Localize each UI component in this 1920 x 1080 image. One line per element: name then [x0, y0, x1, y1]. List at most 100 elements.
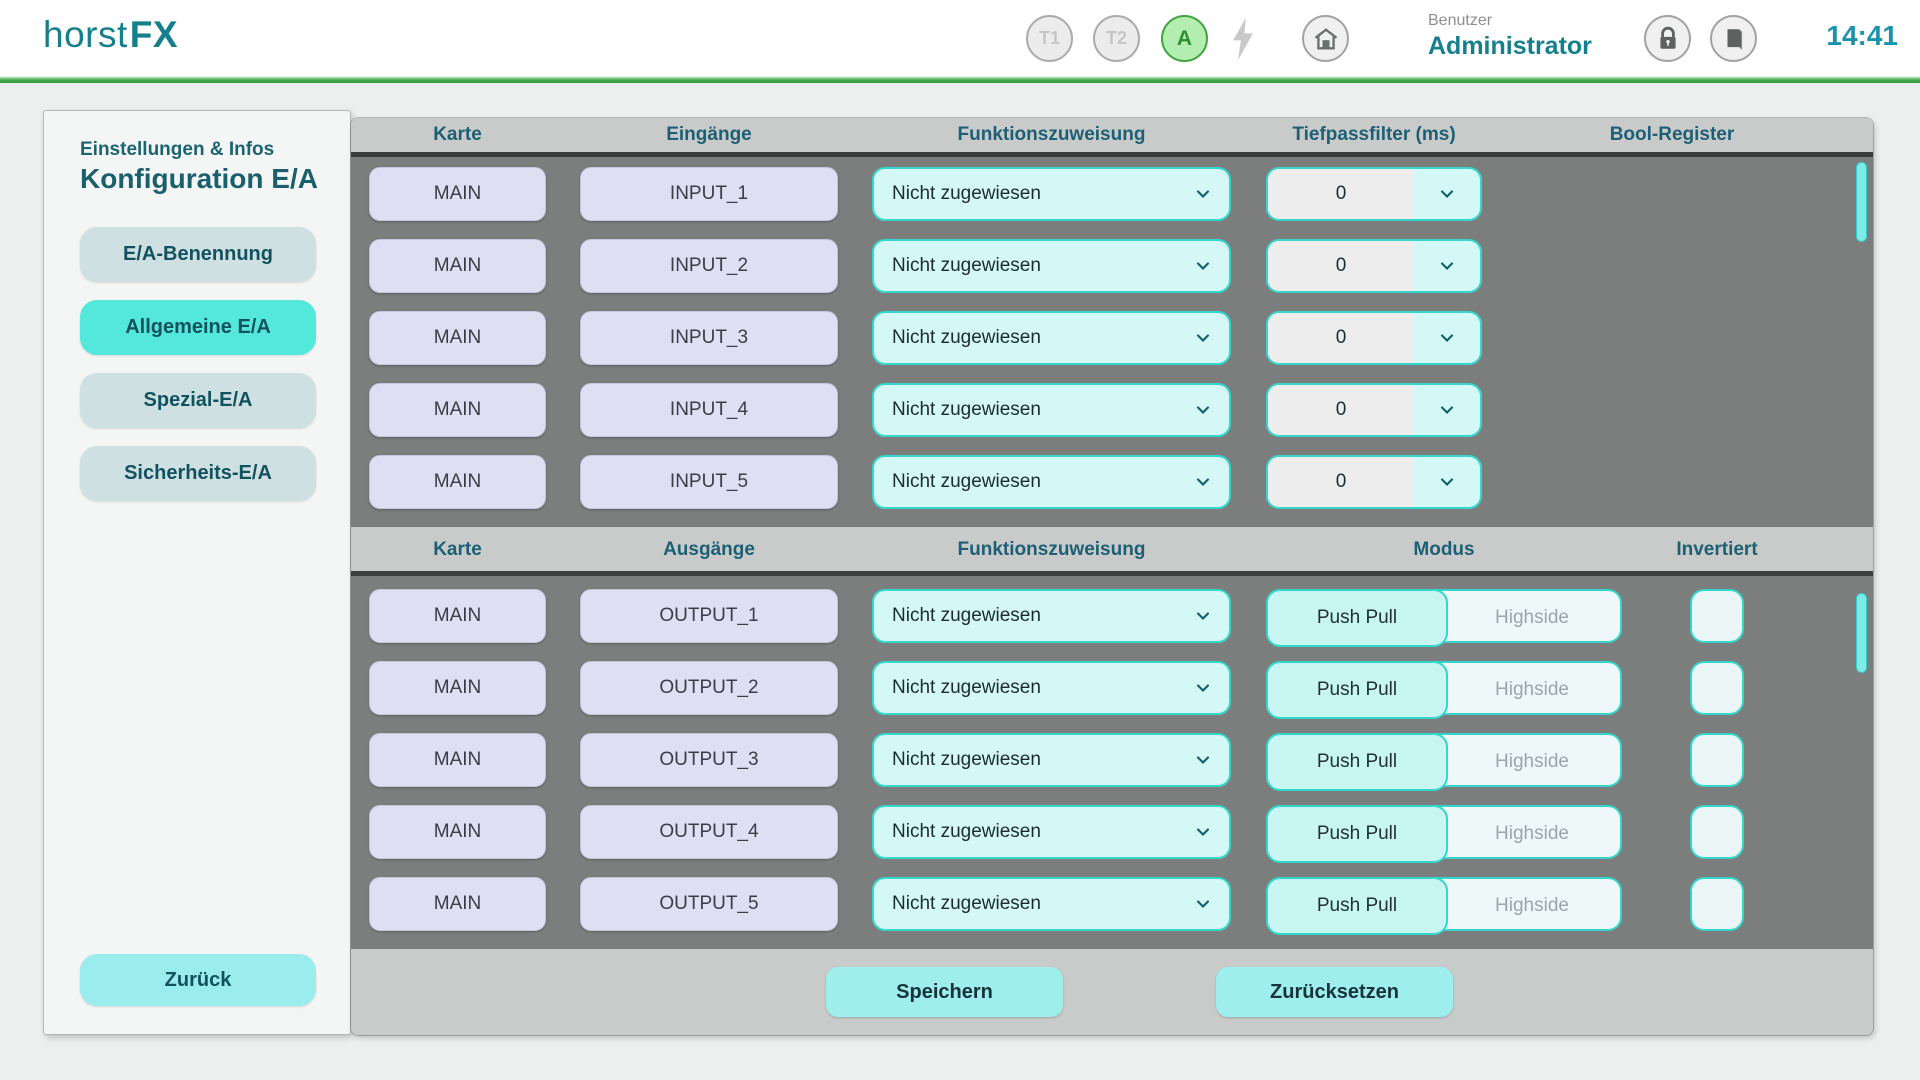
- chevron-down-icon: [1193, 328, 1213, 348]
- col-header-invertiert: Invertiert: [1622, 539, 1812, 561]
- sidebar-item-allgemeine-ea[interactable]: Allgemeine E/A: [80, 300, 316, 355]
- modus-highside-option[interactable]: Highside: [1444, 735, 1620, 789]
- chevron-down-icon: [1437, 328, 1457, 348]
- ausgang-value: OUTPUT_1: [580, 589, 838, 643]
- modus-push-pull-option[interactable]: Push Pull: [1266, 589, 1448, 647]
- eingang-value: INPUT_3: [580, 311, 838, 365]
- funktion-dropdown[interactable]: Nicht zugewiesen: [872, 805, 1231, 859]
- funktion-dropdown[interactable]: Nicht zugewiesen: [872, 877, 1231, 931]
- invertiert-checkbox[interactable]: [1690, 877, 1744, 931]
- chevron-down-icon: [1193, 606, 1213, 626]
- modus-push-pull-option[interactable]: Push Pull: [1266, 805, 1448, 863]
- karte-value: MAIN: [369, 589, 546, 643]
- funktion-dropdown[interactable]: Nicht zugewiesen: [872, 589, 1231, 643]
- funktion-value: Nicht zugewiesen: [892, 893, 1041, 915]
- sidebar-item-label: E/A-Benennung: [123, 243, 273, 266]
- tiefpass-dropdown[interactable]: 0: [1266, 239, 1482, 293]
- t2-mode-badge[interactable]: T2: [1093, 15, 1140, 62]
- book-icon: [1721, 26, 1747, 52]
- back-button[interactable]: Zurück: [80, 954, 316, 1006]
- sidebar-item-label: Spezial-E/A: [144, 389, 253, 412]
- back-button-label: Zurück: [165, 969, 232, 992]
- inputs-table-header: Karte Eingänge Funktionszuweisung Tiefpa…: [351, 118, 1873, 152]
- modus-highside-option[interactable]: Highside: [1444, 663, 1620, 717]
- funktion-dropdown[interactable]: Nicht zugewiesen: [872, 383, 1231, 437]
- karte-value: MAIN: [369, 661, 546, 715]
- tiefpass-dropdown[interactable]: 0: [1266, 455, 1482, 509]
- modus-push-pull-option[interactable]: Push Pull: [1266, 733, 1448, 791]
- ausgang-value: OUTPUT_3: [580, 733, 838, 787]
- modus-highside-option[interactable]: Highside: [1444, 591, 1620, 645]
- output-row-3: MAIN OUTPUT_3 Nicht zugewiesen Push Pull…: [351, 733, 1873, 787]
- chevron-down-icon: [1193, 184, 1213, 204]
- tiefpass-value: 0: [1268, 169, 1414, 219]
- sidebar-item-label: Sicherheits-E/A: [124, 462, 272, 485]
- funktion-value: Nicht zugewiesen: [892, 605, 1041, 627]
- sidebar-section-label: Einstellungen & Infos: [80, 139, 274, 161]
- karte-value: MAIN: [369, 877, 546, 931]
- reset-button-label: Zurücksetzen: [1270, 981, 1399, 1004]
- funktion-value: Nicht zugewiesen: [892, 183, 1041, 205]
- col-header-tiefpassfilter: Tiefpassfilter (ms): [1266, 124, 1482, 146]
- funktion-dropdown[interactable]: Nicht zugewiesen: [872, 239, 1231, 293]
- tiefpass-value: 0: [1268, 457, 1414, 507]
- invertiert-checkbox[interactable]: [1690, 805, 1744, 859]
- chevron-down-icon: [1193, 256, 1213, 276]
- karte-value: MAIN: [369, 455, 546, 509]
- funktion-dropdown[interactable]: Nicht zugewiesen: [872, 455, 1231, 509]
- user-name: Administrator: [1428, 32, 1592, 61]
- tiefpass-dropdown[interactable]: 0: [1266, 383, 1482, 437]
- sidebar-item-spezial-ea[interactable]: Spezial-E/A: [80, 373, 316, 428]
- t1-mode-badge[interactable]: T1: [1026, 15, 1073, 62]
- logo-thin: horst: [43, 14, 128, 55]
- chevron-down-icon: [1193, 472, 1213, 492]
- funktion-value: Nicht zugewiesen: [892, 677, 1041, 699]
- home-button[interactable]: [1302, 15, 1349, 62]
- io-config-panel: Karte Eingänge Funktionszuweisung Tiefpa…: [351, 118, 1873, 1035]
- invertiert-checkbox[interactable]: [1690, 589, 1744, 643]
- tiefpass-dropdown[interactable]: 0: [1266, 167, 1482, 221]
- karte-value: MAIN: [369, 805, 546, 859]
- manual-button[interactable]: [1710, 15, 1757, 62]
- sidebar-item-ea-benennung[interactable]: E/A-Benennung: [80, 227, 316, 282]
- automatic-label: A: [1177, 27, 1192, 51]
- funktion-dropdown[interactable]: Nicht zugewiesen: [872, 311, 1231, 365]
- input-row-2: MAIN INPUT_2 Nicht zugewiesen 0: [351, 239, 1873, 293]
- col-header-karte: Karte: [369, 124, 546, 146]
- col-header-funktionszuweisung: Funktionszuweisung: [872, 124, 1231, 146]
- reset-button[interactable]: Zurücksetzen: [1216, 967, 1453, 1017]
- outputs-table-header: Karte Ausgänge Funktionszuweisung Modus …: [351, 527, 1873, 571]
- funktion-dropdown[interactable]: Nicht zugewiesen: [872, 167, 1231, 221]
- sidebar-item-sicherheits-ea[interactable]: Sicherheits-E/A: [80, 446, 316, 501]
- output-row-1: MAIN OUTPUT_1 Nicht zugewiesen Push Pull…: [351, 589, 1873, 643]
- modus-push-pull-option[interactable]: Push Pull: [1266, 661, 1448, 719]
- funktion-value: Nicht zugewiesen: [892, 399, 1041, 421]
- invertiert-checkbox[interactable]: [1690, 733, 1744, 787]
- karte-value: MAIN: [369, 311, 546, 365]
- t1-label: T1: [1039, 28, 1060, 49]
- user-info: Benutzer Administrator: [1428, 12, 1592, 61]
- funktion-dropdown[interactable]: Nicht zugewiesen: [872, 661, 1231, 715]
- modus-toggle: Push Pull Highside: [1266, 589, 1622, 643]
- inputs-scrollbar[interactable]: [1856, 162, 1867, 242]
- lock-button[interactable]: [1644, 15, 1691, 62]
- karte-value: MAIN: [369, 167, 546, 221]
- automatic-mode-badge[interactable]: A: [1161, 15, 1208, 62]
- tiefpass-dropdown[interactable]: 0: [1266, 311, 1482, 365]
- save-button[interactable]: Speichern: [826, 967, 1063, 1017]
- invertiert-checkbox[interactable]: [1690, 661, 1744, 715]
- modus-toggle: Push Pull Highside: [1266, 805, 1622, 859]
- ausgang-value: OUTPUT_2: [580, 661, 838, 715]
- outputs-scrollbar[interactable]: [1856, 593, 1867, 673]
- modus-push-pull-option[interactable]: Push Pull: [1266, 877, 1448, 935]
- output-row-5: MAIN OUTPUT_5 Nicht zugewiesen Push Pull…: [351, 877, 1873, 931]
- col-header-funktionszuweisung: Funktionszuweisung: [872, 539, 1231, 561]
- col-header-bool-register: Bool-Register: [1482, 124, 1862, 146]
- modus-highside-option[interactable]: Highside: [1444, 807, 1620, 861]
- modus-toggle: Push Pull Highside: [1266, 877, 1622, 931]
- funktion-dropdown[interactable]: Nicht zugewiesen: [872, 733, 1231, 787]
- output-row-4: MAIN OUTPUT_4 Nicht zugewiesen Push Pull…: [351, 805, 1873, 859]
- sidebar-item-label: Allgemeine E/A: [125, 316, 271, 339]
- chevron-down-icon: [1437, 472, 1457, 492]
- modus-highside-option[interactable]: Highside: [1444, 879, 1620, 933]
